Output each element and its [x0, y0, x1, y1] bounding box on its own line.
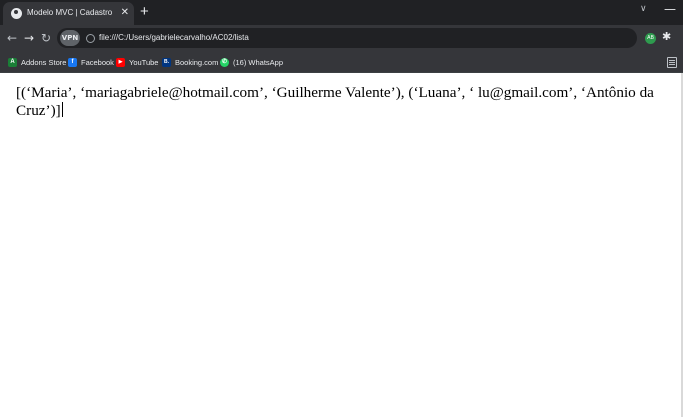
- url-text[interactable]: file:///C:/Users/gabrielecarvalho/AC02/l…: [99, 33, 249, 42]
- bookmark-addons-store[interactable]: A Addons Store: [8, 56, 66, 68]
- text-caret: [61, 102, 63, 117]
- reload-icon[interactable]: ↻: [41, 31, 51, 45]
- tab-title: Modelo MVC | Cadastro: [27, 8, 113, 17]
- whatsapp-icon: ✆: [220, 57, 229, 67]
- bookmarks-bar: A Addons Store f Facebook ▶ YouTube B. B…: [0, 52, 683, 73]
- page-viewport: [(‘Maria’, ‘mariagabriele@hotmail.com’, …: [0, 73, 681, 417]
- back-icon[interactable]: ←: [7, 31, 17, 45]
- bookmark-whatsapp[interactable]: ✆ (16) WhatsApp: [220, 56, 283, 68]
- new-tab-button[interactable]: +: [140, 4, 149, 20]
- browser-toolbar: ← → ↻ VPN file:///C:/Users/gabrielecarva…: [0, 25, 683, 52]
- extension-icon[interactable]: AB: [645, 33, 656, 44]
- close-tab-icon[interactable]: ✕: [121, 7, 129, 19]
- bookmark-booking[interactable]: B. Booking.com: [162, 56, 218, 68]
- minimize-icon[interactable]: —: [664, 2, 676, 16]
- addons-store-icon: A: [8, 57, 17, 67]
- forward-icon[interactable]: →: [24, 31, 34, 45]
- facebook-icon: f: [68, 57, 77, 67]
- bookmark-facebook[interactable]: f Facebook: [68, 56, 114, 68]
- bookmark-label: YouTube: [129, 57, 159, 67]
- active-tab[interactable]: Modelo MVC | Cadastro ✕: [3, 2, 134, 25]
- bookmark-label: Booking.com: [175, 57, 219, 67]
- tab-search-icon[interactable]: ∨: [640, 4, 647, 14]
- page-content-container: [(‘Maria’, ‘mariagabriele@hotmail.com’, …: [16, 84, 661, 120]
- tab-strip: Modelo MVC | Cadastro ✕ + ∨ —: [0, 0, 683, 25]
- address-bar[interactable]: VPN file:///C:/Users/gabrielecarvalho/AC…: [57, 28, 637, 48]
- youtube-icon: ▶: [116, 57, 125, 67]
- reading-list-icon[interactable]: [667, 57, 677, 68]
- bookmark-label: Facebook: [81, 57, 114, 67]
- bookmark-youtube[interactable]: ▶ YouTube: [116, 56, 158, 68]
- vpn-badge[interactable]: VPN: [60, 30, 80, 46]
- globe-icon: [11, 8, 22, 19]
- bookmark-label: (16) WhatsApp: [233, 57, 284, 67]
- puzzle-icon[interactable]: ✱: [662, 30, 671, 43]
- bookmark-label: Addons Store: [21, 57, 67, 67]
- info-icon[interactable]: [86, 34, 95, 43]
- booking-icon: B.: [162, 57, 171, 67]
- page-content: [(‘Maria’, ‘mariagabriele@hotmail.com’, …: [16, 84, 654, 119]
